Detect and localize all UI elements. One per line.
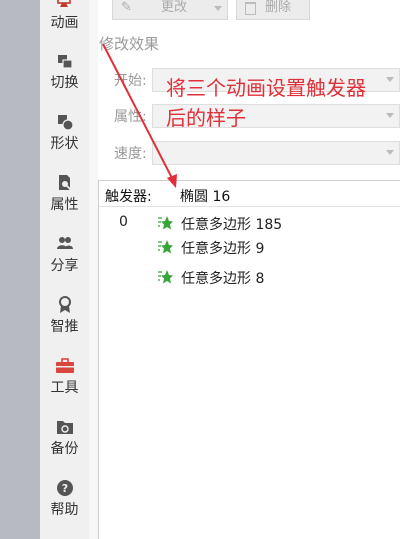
- speed-select[interactable]: [152, 141, 400, 165]
- animation-list[interactable]: 触发器: 椭圆 16 0 任意多边形 185 任意多边形 9 任意多边形 8: [98, 180, 400, 539]
- sidebar-item-label: 分享: [50, 258, 79, 274]
- sidebar-item-label: 形状: [50, 136, 79, 152]
- annotation-note: 将三个动画设置触发器 后的样子: [166, 73, 396, 133]
- start-label: 开始:: [114, 73, 147, 89]
- change-button[interactable]: ✎ 更改: [112, 0, 228, 20]
- speed-label: 速度:: [114, 146, 147, 162]
- panel-separator: [89, 0, 98, 539]
- shape-icon: [57, 115, 74, 131]
- trigger-header[interactable]: 触发器: 椭圆 16: [99, 181, 400, 207]
- sidebar-item-recommend[interactable]: 智推: [40, 296, 89, 348]
- toolbox-icon: [55, 358, 74, 373]
- sidebar-item-label: 帮助: [50, 502, 79, 518]
- sequence-index: 0: [119, 214, 128, 230]
- entrance-star-icon: [158, 270, 173, 284]
- animation-target-name: 任意多边形 185: [181, 217, 283, 233]
- change-label: 更改: [161, 0, 188, 15]
- property-icon: [58, 175, 72, 191]
- backup-icon: [56, 421, 73, 434]
- list-item[interactable]: 任意多边形 9: [99, 235, 400, 259]
- sidebar-item-label: 动画: [50, 15, 79, 31]
- sidebar-item-property[interactable]: 属性: [40, 174, 89, 226]
- chevron-down-icon: [386, 150, 394, 155]
- toolbar: ✎ 更改 删除: [98, 0, 400, 22]
- chevron-down-icon: [214, 6, 222, 11]
- entrance-star-icon: [158, 240, 173, 254]
- sidebar-item-shape[interactable]: 形状: [40, 113, 89, 165]
- sidebar: 动画 切换 形状 属性 分享 智推 工具 备份 ? 帮助: [40, 0, 89, 539]
- annotation-line: 将三个动画设置触发器: [166, 76, 366, 100]
- sidebar-item-label: 智推: [50, 319, 79, 335]
- pencil-icon: ✎: [121, 0, 132, 15]
- share-icon: [56, 237, 73, 249]
- sidebar-item-label: 切换: [50, 75, 79, 91]
- trigger-label: 触发器:: [105, 189, 152, 205]
- sidebar-item-label: 属性: [50, 197, 79, 213]
- sidebar-item-animation[interactable]: 动画: [40, 0, 89, 44]
- animation-target-name: 任意多边形 8: [181, 271, 265, 287]
- list-item[interactable]: 任意多边形 8: [99, 265, 400, 289]
- animation-target-name: 任意多边形 9: [181, 241, 265, 257]
- annotation-line: 后的样子: [166, 106, 246, 130]
- sidebar-item-label: 工具: [50, 380, 79, 396]
- sidebar-item-label: 备份: [50, 441, 79, 457]
- help-icon: ?: [56, 480, 73, 496]
- left-gutter: [0, 0, 40, 539]
- list-item[interactable]: 0 任意多边形 185: [99, 211, 400, 235]
- sidebar-item-transition[interactable]: 切换: [40, 52, 89, 104]
- sidebar-item-share[interactable]: 分享: [40, 235, 89, 287]
- svg-text:?: ?: [61, 482, 67, 495]
- transition-icon: [57, 55, 73, 69]
- recommend-icon: [58, 296, 71, 313]
- property-label: 属性:: [114, 109, 147, 125]
- entrance-star-icon: [158, 216, 173, 230]
- sidebar-item-help[interactable]: ? 帮助: [40, 479, 89, 531]
- trash-icon: [245, 2, 256, 15]
- trigger-value: 椭圆 16: [180, 189, 231, 205]
- sidebar-item-toolbox[interactable]: 工具: [40, 357, 89, 409]
- sidebar-item-backup[interactable]: 备份: [40, 418, 89, 470]
- animation-icon: [56, 0, 71, 7]
- delete-button[interactable]: 删除: [236, 0, 310, 20]
- modify-effect-title: 修改效果: [99, 35, 160, 53]
- delete-label: 删除: [265, 0, 292, 15]
